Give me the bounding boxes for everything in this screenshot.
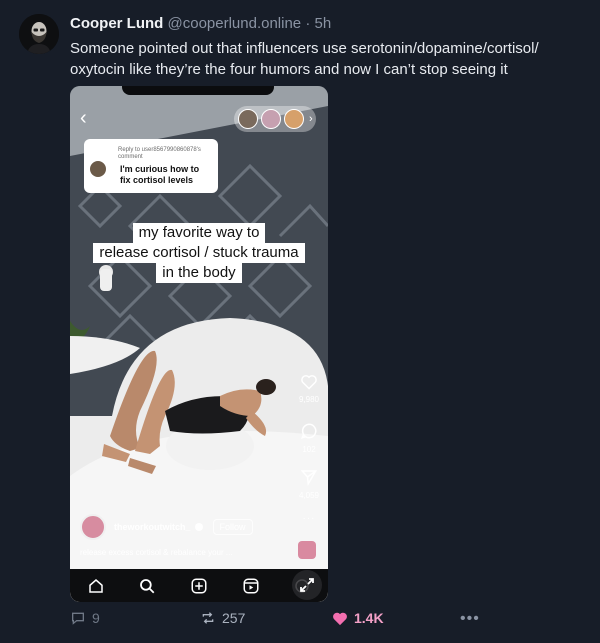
video-description[interactable]: release excess cortisol & rebalance your… — [80, 548, 233, 557]
reply-button[interactable]: 9 — [70, 610, 100, 626]
more-dots-icon[interactable]: ··· — [296, 513, 322, 524]
creator-username[interactable]: theworkoutwitch_ — [114, 522, 191, 532]
reply-comment-sticker: Reply to user8567990860878's comment I'm… — [84, 139, 218, 193]
home-icon[interactable] — [86, 576, 106, 596]
like-button[interactable]: 1.4K — [332, 610, 384, 626]
comment-count: 102 — [302, 445, 316, 454]
reels-icon[interactable] — [241, 576, 261, 596]
video-caption: my favorite way to release cortisol / st… — [70, 223, 328, 283]
creator-row: theworkoutwitch_ Follow — [80, 514, 253, 540]
viewer-avatar — [261, 109, 281, 129]
post-text: Someone pointed out that influencers use… — [70, 40, 539, 78]
reply-count: 9 — [92, 610, 100, 626]
search-icon[interactable] — [137, 576, 157, 596]
separator: · — [305, 15, 311, 32]
commenter-avatar — [90, 161, 106, 177]
viewer-avatar — [284, 109, 304, 129]
avatar[interactable] — [19, 14, 59, 54]
music-icon[interactable] — [298, 541, 316, 559]
reply-text: I'm curious how to fix cortisol levels — [120, 164, 200, 185]
caption-line: in the body — [156, 263, 242, 283]
video-embed[interactable]: ‹ › Reply to user8567990860878's comment… — [70, 86, 328, 602]
repost-icon — [202, 612, 214, 624]
expand-icon[interactable] — [292, 570, 322, 600]
speech-bubble-icon — [72, 612, 84, 625]
share-action[interactable]: 4,059 — [296, 468, 322, 501]
author-name[interactable]: Cooper Lund — [70, 15, 163, 32]
like-action[interactable]: 9,980 — [296, 374, 322, 405]
comment-bubble-icon — [300, 423, 317, 439]
post: Cooper Lund @cooperlund.online · 5h Some… — [0, 0, 600, 643]
create-plus-icon[interactable] — [189, 576, 209, 596]
post-header: Cooper Lund @cooperlund.online · 5h — [70, 15, 331, 32]
viewers-avatars[interactable]: › — [234, 106, 316, 132]
chevron-right-icon: › — [309, 113, 313, 125]
app-nav-bar — [70, 569, 328, 602]
follow-button[interactable]: Follow — [212, 519, 253, 535]
post-actions: 9 257 1.4K ••• — [70, 610, 490, 630]
caption-line: release cortisol / stuck trauma — [93, 243, 305, 263]
caption-line: my favorite way to — [132, 223, 266, 243]
like-count: 9,980 — [298, 395, 320, 404]
reply-meta: Reply to user8567990860878's comment — [118, 147, 201, 160]
paper-plane-icon — [300, 470, 318, 487]
creator-avatar[interactable] — [80, 514, 106, 540]
post-timestamp[interactable]: 5h — [315, 15, 332, 32]
more-options-button[interactable]: ••• — [460, 610, 480, 628]
author-handle[interactable]: @cooperlund.online — [168, 15, 302, 32]
comment-action[interactable]: 102 — [296, 422, 322, 455]
phone-notch — [122, 86, 274, 95]
share-count: 4,059 — [298, 491, 320, 500]
heart-filled-icon — [333, 612, 347, 625]
verified-icon — [194, 523, 203, 531]
back-chevron-icon[interactable]: ‹ — [80, 108, 87, 128]
heart-outline-icon — [301, 375, 317, 390]
like-count: 1.4K — [354, 610, 384, 626]
repost-button[interactable]: 257 — [200, 610, 245, 626]
repost-count: 257 — [222, 610, 246, 626]
viewer-avatar — [238, 109, 258, 129]
